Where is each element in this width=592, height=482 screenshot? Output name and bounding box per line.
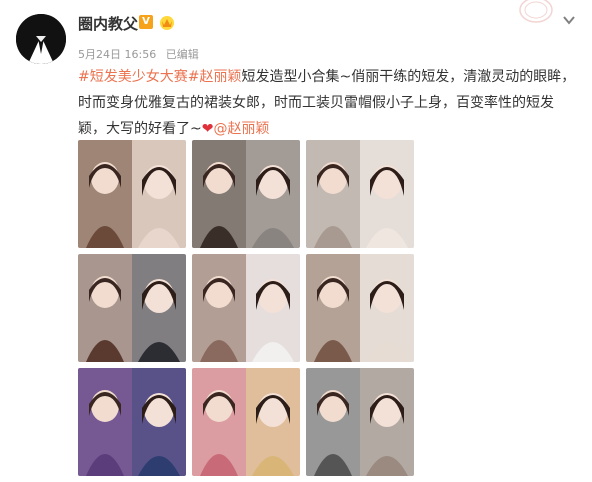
photo-image — [192, 140, 300, 248]
mention-link[interactable]: 赵丽颖 — [199, 69, 241, 85]
heart-icon: ❤ — [201, 121, 214, 137]
photo-thumbnail[interactable] — [192, 140, 300, 248]
avatar-image — [16, 14, 66, 64]
edited-label: 已编辑 — [165, 48, 199, 61]
photo-image — [192, 368, 300, 476]
photo-thumbnail[interactable] — [192, 368, 300, 476]
photo-image — [78, 254, 186, 362]
photo-thumbnail[interactable] — [78, 140, 186, 248]
avatar[interactable] — [16, 14, 66, 64]
photo-image — [306, 140, 414, 248]
post-date[interactable]: 5月24日 16:56 — [78, 48, 156, 61]
photo-thumbnail[interactable] — [306, 254, 414, 362]
post-body: #短发美少女大赛#赵丽颖短发造型小合集~俏丽干练的短发，清澈灵动的眼眸，时而变身… — [78, 64, 578, 142]
photo-image — [306, 254, 414, 362]
photo-image — [192, 254, 300, 362]
vip-crown-icon — [160, 16, 174, 30]
photo-image — [78, 368, 186, 476]
photo-image — [306, 368, 414, 476]
username[interactable]: 圈内教父 — [78, 13, 138, 34]
photo-thumbnail[interactable] — [78, 368, 186, 476]
mention-end-link[interactable]: @赵丽颖 — [213, 121, 269, 137]
stamp-icon — [519, 0, 553, 23]
photo-thumbnail[interactable] — [306, 368, 414, 476]
photo-thumbnail[interactable] — [192, 254, 300, 362]
photo-image — [78, 140, 186, 248]
photo-thumbnail[interactable] — [306, 140, 414, 248]
photo-thumbnail[interactable] — [78, 254, 186, 362]
hashtag-link[interactable]: #短发美少女大赛# — [78, 69, 199, 85]
post-meta: 5月24日 16:56 已编辑 — [78, 46, 205, 62]
verified-badge-icon: V — [139, 15, 153, 29]
chevron-down-icon[interactable] — [561, 12, 577, 28]
